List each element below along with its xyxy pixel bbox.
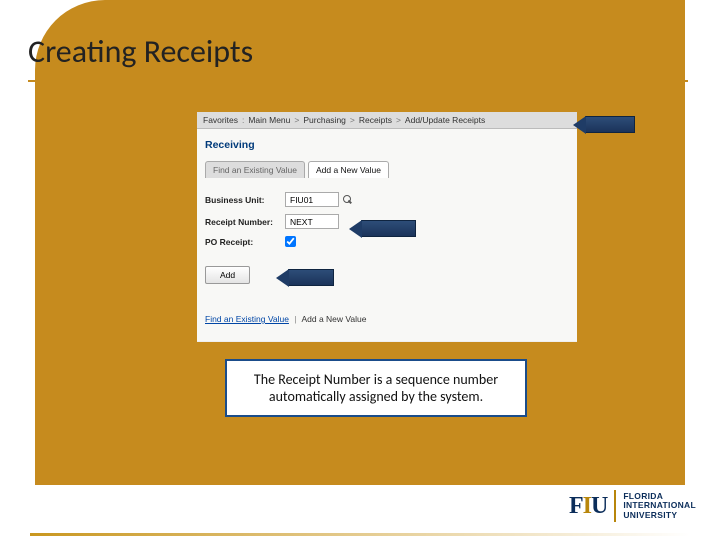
link-add-new: Add a New Value [301,314,366,324]
chevron-right-icon: > [350,115,355,125]
breadcrumb-item[interactable]: Receipts [359,115,392,125]
receipt-number-label: Receipt Number: [205,217,285,227]
callout-arrow-receipt-number [361,220,416,237]
breadcrumb-item[interactable]: Add/Update Receipts [405,115,485,125]
caption-box: The Receipt Number is a sequence number … [225,359,527,417]
page-heading: Receiving [205,139,569,151]
business-unit-label: Business Unit: [205,195,285,205]
tab-find-existing[interactable]: Find an Existing Value [205,161,305,178]
link-divider: | [294,314,296,324]
fiu-logo-divider [614,490,616,522]
po-receipt-label: PO Receipt: [205,237,285,247]
breadcrumb-item[interactable]: Main Menu [248,115,290,125]
fiu-logo-text: FLORIDA INTERNATIONAL UNIVERSITY [623,492,696,520]
callout-arrow-add-button [288,269,334,286]
chevron-right-icon: > [294,115,299,125]
fiu-logo-mark: FIU [569,493,607,520]
breadcrumb: Favorites : Main Menu > Purchasing > Rec… [197,112,577,129]
chevron-right-icon: > [396,115,401,125]
fiu-logo: FIU FLORIDA INTERNATIONAL UNIVERSITY [569,490,696,522]
business-unit-input[interactable] [285,192,339,207]
breadcrumb-item[interactable]: Favorites [203,115,238,125]
slide-title: Creating Receipts [28,32,253,71]
add-button[interactable]: Add [205,266,250,284]
receipt-number-input[interactable] [285,214,339,229]
po-receipt-checkbox[interactable] [285,236,296,247]
tab-strip: Find an Existing Value Add a New Value [205,161,569,178]
callout-arrow-breadcrumb [585,116,635,133]
bottom-links: Find an Existing Value | Add a New Value [205,314,569,324]
lookup-icon[interactable] [342,194,353,205]
tab-add-new[interactable]: Add a New Value [308,161,389,178]
breadcrumb-separator: : [242,115,244,125]
breadcrumb-item[interactable]: Purchasing [303,115,346,125]
footer-rule [30,533,690,536]
title-underline [28,80,688,82]
link-find-existing[interactable]: Find an Existing Value [205,314,289,324]
